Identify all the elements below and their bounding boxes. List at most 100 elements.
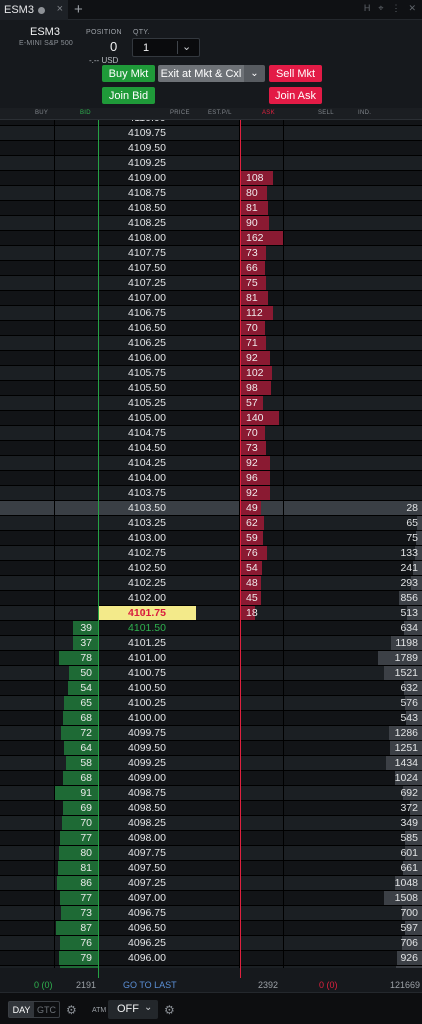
bid-cell[interactable]: 68 [55,771,98,785]
ask-cell[interactable]: 102 [240,366,283,380]
bid-cell[interactable] [55,486,98,500]
ask-cell[interactable]: 81 [240,201,283,215]
sell-cell[interactable] [283,966,338,968]
sell-cell[interactable] [283,201,338,215]
sell-cell[interactable] [283,366,338,380]
bid-cell[interactable] [55,156,98,170]
buy-cell[interactable] [0,171,55,185]
buy-cell[interactable] [0,201,55,215]
bid-cell[interactable]: 58 [55,756,98,770]
bid-cell[interactable]: 80 [55,846,98,860]
ask-cell[interactable]: 54 [240,561,283,575]
buy-cell[interactable] [0,771,55,785]
buy-cell[interactable] [0,471,55,485]
ask-cell[interactable]: 81 [240,291,283,305]
bid-cell[interactable] [55,546,98,560]
buy-cell[interactable] [0,636,55,650]
bid-cell[interactable] [55,456,98,470]
bid-cell[interactable] [55,276,98,290]
symbol[interactable]: ESM3 [30,26,60,38]
bid-cell[interactable] [55,531,98,545]
sell-cell[interactable] [283,651,338,665]
sell-cell[interactable] [283,441,338,455]
sell-cell[interactable] [283,906,338,920]
sell-cell[interactable] [283,876,338,890]
buy-cell[interactable] [0,426,55,440]
bid-cell[interactable]: 39 [55,621,98,635]
sell-cell[interactable] [283,501,338,515]
ask-cell[interactable]: 45 [240,591,283,605]
sell-cell[interactable] [283,321,338,335]
buy-cell[interactable] [0,501,55,515]
ask-cell[interactable]: 70 [240,321,283,335]
buy-cell[interactable] [0,336,55,350]
sell-cell[interactable] [283,606,338,620]
sell-cell[interactable] [283,336,338,350]
buy-cell[interactable] [0,576,55,590]
bid-cell[interactable] [55,141,98,155]
ask-cell[interactable] [240,966,283,968]
buy-cell[interactable] [0,546,55,560]
sell-cell[interactable] [283,726,338,740]
buy-cell[interactable] [0,141,55,155]
sell-cell[interactable] [283,141,338,155]
add-tab-icon[interactable]: + [74,1,83,18]
bid-cell[interactable] [55,606,98,620]
bid-cell[interactable]: 65 [55,696,98,710]
sell-cell[interactable] [283,621,338,635]
buy-cell[interactable] [0,120,55,125]
sell-cell[interactable] [283,771,338,785]
buy-cell[interactable] [0,561,55,575]
buy-cell[interactable] [0,966,55,968]
bid-cell[interactable] [55,246,98,260]
buy-cell[interactable] [0,441,55,455]
sell-cell[interactable] [283,171,338,185]
bid-cell[interactable]: 81 [55,861,98,875]
buy-cell[interactable] [0,666,55,680]
ask-cell[interactable]: 108 [240,171,283,185]
tab-esm3[interactable]: ESM3 × [0,0,68,20]
sell-cell[interactable] [283,516,338,530]
buy-cell[interactable] [0,726,55,740]
bid-cell[interactable] [55,396,98,410]
ask-cell[interactable]: 49 [240,501,283,515]
sell-cell[interactable] [283,231,338,245]
buy-cell[interactable] [0,216,55,230]
bid-cell[interactable] [55,351,98,365]
ask-cell[interactable] [240,156,283,170]
ask-cell[interactable]: 59 [240,531,283,545]
ask-cell[interactable]: 112 [240,306,283,320]
bid-cell[interactable] [55,186,98,200]
gear-icon[interactable]: ⚙ [66,1003,77,1017]
ask-cell[interactable] [240,891,283,905]
ask-cell[interactable]: 162 [240,231,283,245]
sell-cell[interactable] [283,636,338,650]
buy-mkt-button[interactable]: Buy Mkt [102,65,155,82]
bid-cell[interactable]: 87 [55,921,98,935]
bid-cell[interactable] [55,411,98,425]
buy-cell[interactable] [0,786,55,800]
buy-cell[interactable] [0,126,55,140]
gear-icon[interactable]: ⚙ [164,1003,175,1017]
exit-at-mkt-button[interactable]: Exit at Mkt & Cxl [158,65,244,82]
ask-cell[interactable] [240,876,283,890]
sell-cell[interactable] [283,786,338,800]
ask-cell[interactable] [240,741,283,755]
buy-cell[interactable] [0,366,55,380]
buy-cell[interactable] [0,246,55,260]
ask-cell[interactable] [240,681,283,695]
ask-cell[interactable] [240,831,283,845]
sell-cell[interactable] [283,411,338,425]
bid-cell[interactable]: 78 [55,651,98,665]
bid-cell[interactable] [55,306,98,320]
sell-cell[interactable] [283,576,338,590]
crosshair-icon[interactable]: ⌖ [378,3,383,14]
ask-cell[interactable] [240,756,283,770]
buy-cell[interactable] [0,936,55,950]
buy-cell[interactable] [0,681,55,695]
ask-cell[interactable] [240,711,283,725]
buy-cell[interactable] [0,891,55,905]
bid-cell[interactable]: 69 [55,801,98,815]
ask-cell[interactable]: 48 [240,576,283,590]
bid-cell[interactable]: 64 [55,741,98,755]
